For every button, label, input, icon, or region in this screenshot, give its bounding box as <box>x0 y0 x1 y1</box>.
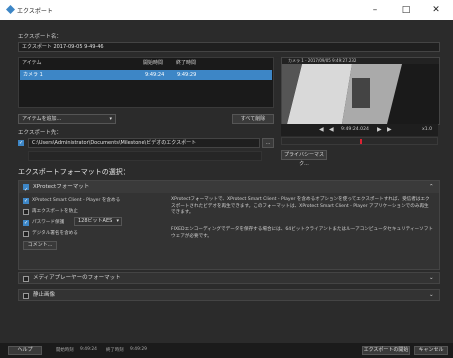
digital-signature-label: デジタル署名を含める <box>32 231 78 236</box>
password-protect-label: パスワード保護 <box>32 220 65 225</box>
password-protect-checkbox[interactable] <box>23 220 29 226</box>
row-item: カメラ 1 <box>23 72 43 78</box>
browse-button[interactable]: ... <box>262 138 274 148</box>
maximize-button[interactable]: □ <box>395 3 417 17</box>
secondary-path-input[interactable] <box>28 151 262 161</box>
app-logo-icon <box>6 5 15 14</box>
playback-time: 9:49:24.024 <box>341 127 369 132</box>
chevron-down-icon[interactable]: ⌄ <box>429 273 434 284</box>
chevron-up-icon[interactable]: ⌃ <box>429 181 434 193</box>
prevent-reexport-checkbox[interactable] <box>23 209 29 215</box>
prevent-reexport-label: 再エクスポートを防止 <box>32 209 78 214</box>
media-player-format-title: メディアプレーヤーのフォーマット <box>33 275 121 281</box>
export-name-label: エクスポート名： <box>18 34 62 40</box>
still-images-title: 静止画像 <box>33 292 56 298</box>
include-player-label: XProtect Smart Client - Player を含める <box>32 198 121 203</box>
export-name-input[interactable]: エクスポート 2017-09-05 9-49-46 <box>18 42 440 52</box>
start-export-button[interactable]: エクスポートの開始 <box>362 346 410 355</box>
playback-speed[interactable]: x1.0 <box>422 127 432 132</box>
media-player-format-checkbox[interactable] <box>23 276 29 282</box>
step-back-icon[interactable]: ◀ <box>319 126 324 133</box>
player-controls: ◀ ◀ 9:49:24.024 ▶ ▶ x1.0 <box>281 124 438 136</box>
window-title: エクスポート <box>17 8 53 15</box>
xprotect-description-2: FIXEDエンコーディングでデータを保存する場合には、64ビットクライアントまた… <box>171 227 433 239</box>
encryption-dropdown[interactable]: 128ビットAES ▾ <box>74 217 122 226</box>
digital-signature-checkbox[interactable] <box>23 231 29 237</box>
cancel-button[interactable]: キャンセル <box>414 346 448 355</box>
play-reverse-icon[interactable]: ◀ <box>329 126 334 133</box>
minimize-button[interactable]: – <box>364 3 386 17</box>
play-icon[interactable]: ▶ <box>377 126 382 133</box>
export-path-input[interactable]: C:\Users\Administrator\Documents\Milesto… <box>28 138 260 148</box>
column-header-end[interactable]: 終了時間 <box>176 59 196 68</box>
still-images-section[interactable]: 静止画像 ⌄ <box>18 289 440 301</box>
table-row[interactable]: カメラ 1 9:49:24 9:49:29 <box>20 70 272 80</box>
items-table: アイテム 開始時間 終了時間 カメラ 1 9:49:24 9:49:29 <box>18 57 274 108</box>
xprotect-format-title: XProtectフォーマット <box>33 184 90 190</box>
camera-frame <box>282 64 439 124</box>
encryption-value: 128ビットAES <box>78 218 113 224</box>
close-button[interactable]: ✕ <box>425 3 447 17</box>
include-player-checkbox[interactable] <box>23 198 29 204</box>
timeline[interactable] <box>281 137 438 145</box>
title-bar: エクスポート – □ ✕ <box>0 0 453 20</box>
format-section-title: エクスポートフォーマットの選択： <box>18 168 130 176</box>
help-button[interactable]: ヘルプ <box>8 346 42 355</box>
export-dest-label: エクスポート先： <box>18 130 62 136</box>
comment-button[interactable]: コメント... <box>23 241 57 250</box>
export-dest-checkbox[interactable] <box>18 140 24 146</box>
clear-all-button[interactable]: すべて削除 <box>232 114 274 124</box>
chevron-down-icon: ▾ <box>116 218 119 224</box>
row-end: 9:49:29 <box>177 72 197 78</box>
end-time-label: 終了時刻 <box>106 348 124 353</box>
timeline-marker[interactable] <box>360 139 362 144</box>
privacy-mask-button[interactable]: プライバシーマスク... <box>281 150 327 167</box>
xprotect-format-header[interactable]: XProtectフォーマット ⌃ <box>19 181 439 196</box>
end-time-value: 9:49:29 <box>130 347 147 352</box>
xprotect-format-checkbox[interactable] <box>23 184 29 196</box>
xprotect-description: XProtectフォーマットで、XProtect Smart Client - … <box>171 197 430 215</box>
video-preview[interactable]: カメラ 1 - 2017/09/05 9:49:27.232 <box>281 57 440 125</box>
start-time-value: 9:49:24 <box>80 347 97 352</box>
column-header-item[interactable]: アイテム <box>22 59 42 68</box>
step-forward-icon[interactable]: ▶ <box>387 126 392 133</box>
bottom-bar: ヘルプ 開始時刻 9:49:24 終了時刻 9:49:29 エクスポートの開始 … <box>0 343 453 358</box>
chevron-down-icon: ▾ <box>109 116 112 122</box>
xprotect-format-section: XProtectフォーマット ⌃ XProtect Smart Client -… <box>18 180 440 270</box>
row-start: 9:49:24 <box>145 72 165 78</box>
start-time-label: 開始時刻 <box>56 348 74 353</box>
chevron-down-icon[interactable]: ⌄ <box>429 290 434 301</box>
add-item-dropdown[interactable]: アイテムを追加... ▾ <box>18 114 116 124</box>
still-images-checkbox[interactable] <box>23 293 29 299</box>
add-item-label: アイテムを追加... <box>22 116 62 122</box>
media-player-format-section[interactable]: メディアプレーヤーのフォーマット ⌄ <box>18 272 440 284</box>
column-header-start[interactable]: 開始時間 <box>143 59 163 68</box>
